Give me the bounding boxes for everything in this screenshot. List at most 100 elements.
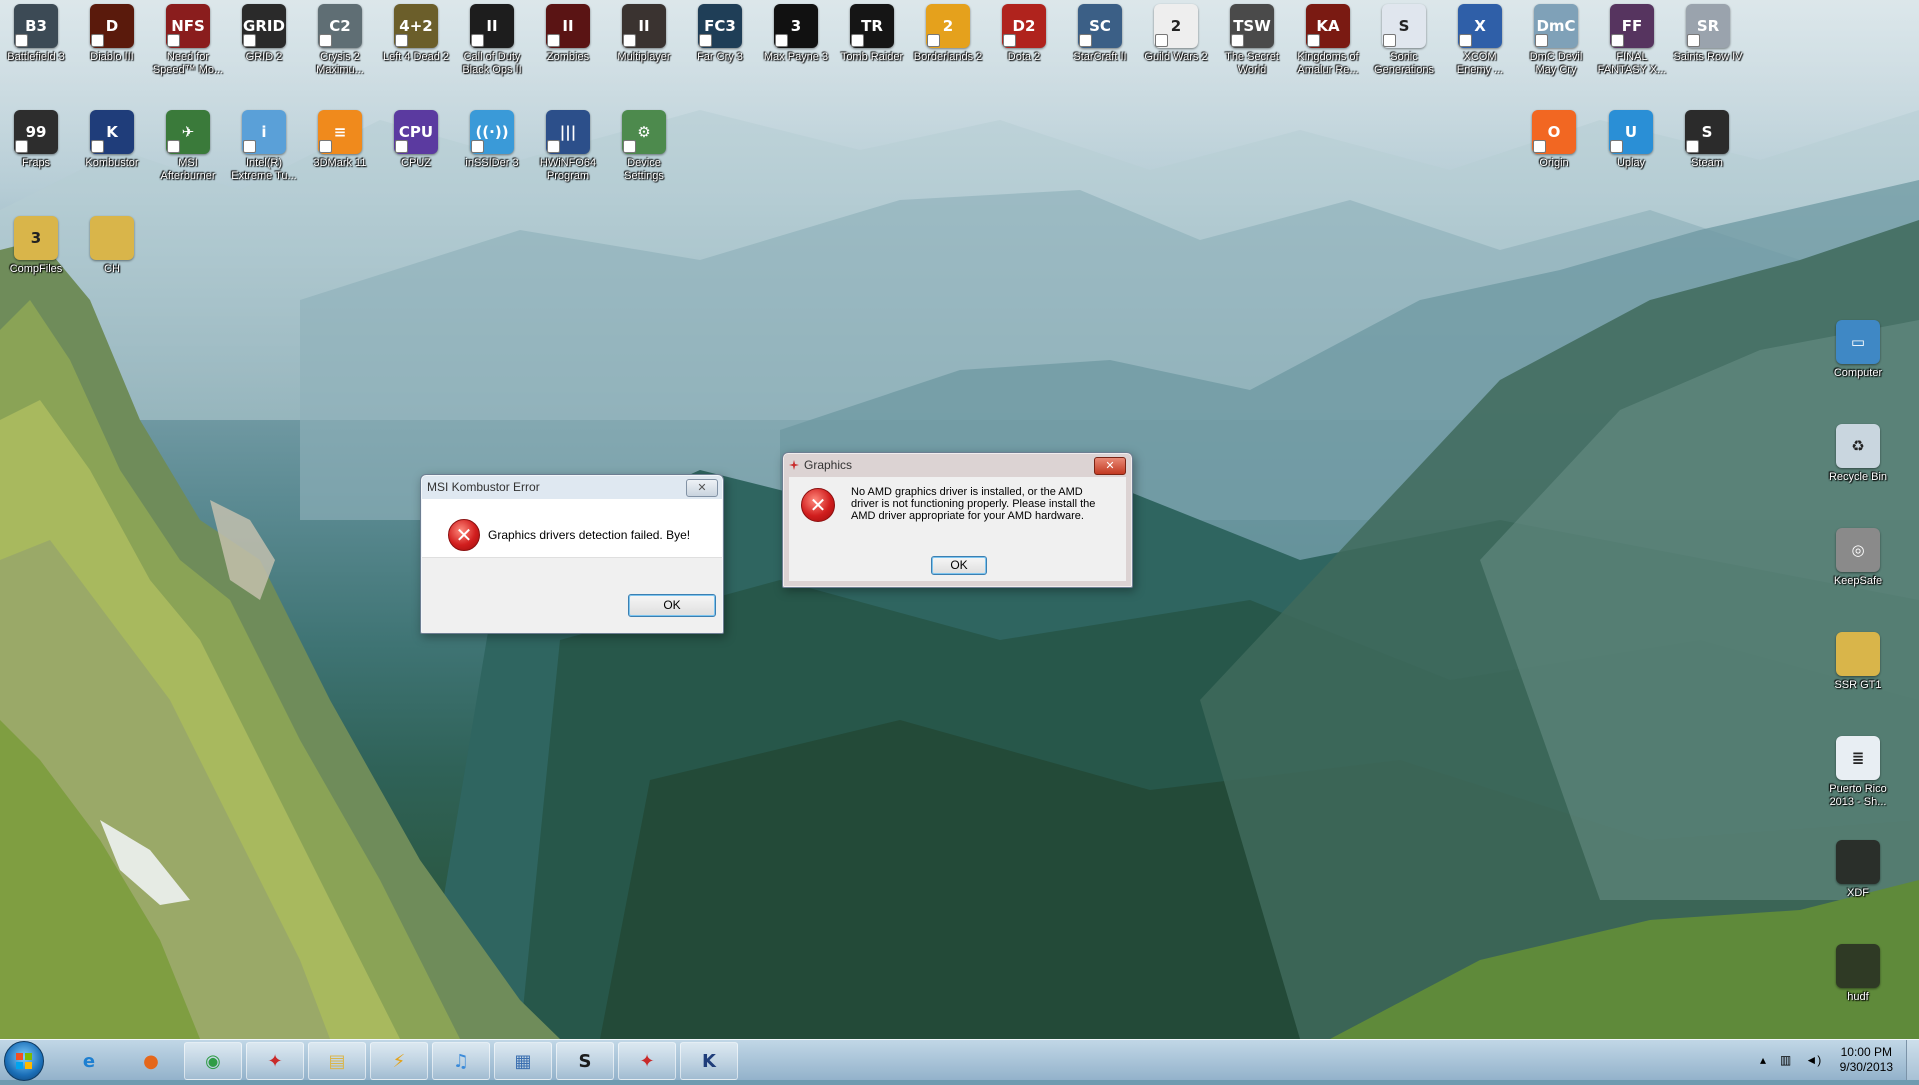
desktop-icon-crysis[interactable]: C2 Crysis 2 Maximu... xyxy=(303,4,377,77)
graphics-error-dialog: Graphics ✕ ✕ No AMD graphics driver is i… xyxy=(782,452,1133,588)
show-hidden-icons-icon[interactable]: ▴ xyxy=(1760,1053,1766,1067)
desktop-icon-folder[interactable]: SSR GT1 xyxy=(1821,632,1895,692)
volume-icon[interactable]: ◄) xyxy=(1805,1053,1821,1067)
desktop-icon-label: Guild Wars 2 xyxy=(1144,51,1208,63)
kombustor-icon: K xyxy=(702,1050,716,1072)
taskbar: e ● ◉ ✦ ▤ ⚡ ♫ ▦ S ✦ K ▴ ▥ ◄) 10:00 PM 9/30/2013 xyxy=(0,1039,1919,1081)
desktop-icon-device-settings[interactable]: ⚙ Device Settings xyxy=(607,110,681,183)
graphics-dialog-titlebar[interactable]: Graphics ✕ xyxy=(783,453,1132,477)
desktop-icon-tombraider[interactable]: TR Tomb Raider xyxy=(835,4,909,64)
desktop-icon-3dmark[interactable]: ≡ 3DMark 11 xyxy=(303,110,377,170)
network-icon[interactable]: ▥ xyxy=(1780,1053,1791,1067)
desktop-icon-grid[interactable]: GRID GRID 2 xyxy=(227,4,301,64)
desktop-icon-zombies[interactable]: II Zombies xyxy=(531,4,605,64)
desktop-icon-label: Borderlands 2 xyxy=(913,51,983,63)
desktop-icon-recycle-bin[interactable]: ♻ Recycle Bin xyxy=(1821,424,1895,484)
folder-icon: 3 xyxy=(14,216,58,260)
desktop-icon-xcom[interactable]: X XCOM Enemy ... xyxy=(1443,4,1517,77)
desktop-icon-sonic[interactable]: S Sonic Generations xyxy=(1367,4,1441,77)
cod-icon: II xyxy=(470,4,514,48)
document-icon: ≣ xyxy=(1836,736,1880,780)
desktop-icon-starcraft[interactable]: SC StarCraft II xyxy=(1063,4,1137,64)
internet-explorer-icon: e xyxy=(82,1050,96,1072)
taskbar-graphics-app-2-button[interactable]: ✦ xyxy=(618,1042,676,1080)
maxpayne-icon: 3 xyxy=(774,4,818,48)
desktop-icon-uplay[interactable]: U Uplay xyxy=(1594,110,1668,170)
desktop-icon-label: The Secret World xyxy=(1225,51,1279,76)
desktop-icon-file[interactable]: hudf xyxy=(1821,944,1895,1004)
desktop-icon-origin[interactable]: O Origin xyxy=(1517,110,1591,170)
farcry-icon: FC3 xyxy=(698,4,742,48)
desktop-icon-intel[interactable]: i Intel(R) Extreme Tu... xyxy=(227,110,301,183)
kombustor-ok-button[interactable]: OK xyxy=(628,594,716,617)
desktop-icon-l4d2[interactable]: 4+2 Left 4 Dead 2 xyxy=(379,4,453,64)
origin-icon: O xyxy=(1532,110,1576,154)
desktop-icon-afterburner[interactable]: ✈ MSI Afterburner xyxy=(151,110,225,183)
kombustor-close-button[interactable]: ✕ xyxy=(686,479,718,497)
control-panel-icon: ▦ xyxy=(514,1050,532,1072)
desktop-icon-label: CH xyxy=(104,263,120,275)
desktop-icon-farcry[interactable]: FC3 Far Cry 3 xyxy=(683,4,757,64)
desktop-icon-soldier[interactable]: B3 Battlefield 3 xyxy=(0,4,73,64)
desktop-icon-cpuz[interactable]: CPU CPUZ xyxy=(379,110,453,170)
taskbar-winamp-button[interactable]: ⚡ xyxy=(370,1042,428,1080)
uplay-icon: U xyxy=(1609,110,1653,154)
desktop-icon-hwinfo[interactable]: ||| HWiNFO64 Program xyxy=(531,110,605,183)
desktop-icon-multiplayer[interactable]: II Multiplayer xyxy=(607,4,681,64)
clock[interactable]: 10:00 PM 9/30/2013 xyxy=(1840,1045,1893,1075)
desktop-icon-nfs[interactable]: NFS Need for Speed™ Mo... xyxy=(151,4,225,77)
taskbar-control-panel-button[interactable]: ▦ xyxy=(494,1042,552,1080)
desktop-icon-amalur[interactable]: KA Kingdoms of Amalur Re... xyxy=(1291,4,1365,77)
crysis-icon: C2 xyxy=(318,4,362,48)
firefox-icon: ● xyxy=(143,1050,159,1072)
multiplayer-icon: II xyxy=(622,4,666,48)
desktop-icon-keepsafe[interactable]: ◎ KeepSafe xyxy=(1821,528,1895,588)
desktop-icon-fraps[interactable]: 99 Fraps xyxy=(0,110,73,170)
start-button[interactable] xyxy=(4,1041,44,1081)
desktop-icon-folder[interactable]: CH xyxy=(75,216,149,276)
desktop-icon-label: Intel(R) Extreme Tu... xyxy=(231,157,297,182)
desktop-icon-file[interactable]: XDF xyxy=(1821,840,1895,900)
taskbar-explorer-button[interactable]: ▤ xyxy=(308,1042,366,1080)
file-icon xyxy=(1836,944,1880,988)
taskbar-graphics-app-button[interactable]: ✦ xyxy=(246,1042,304,1080)
taskbar-itunes-button[interactable]: ♫ xyxy=(432,1042,490,1080)
itunes-icon: ♫ xyxy=(452,1050,470,1072)
desktop-icon-inssider[interactable]: ((·)) inSSIDer 3 xyxy=(455,110,529,170)
desktop-icon-label: FINAL FANTASY X... xyxy=(1597,51,1667,76)
desktop-icon-document[interactable]: ≣ Puerto Rico 2013 - Sh... xyxy=(1821,736,1895,809)
graphics-ok-button[interactable]: OK xyxy=(931,556,987,575)
close-icon: ✕ xyxy=(1105,460,1115,472)
cpuz-icon: CPU xyxy=(394,110,438,154)
taskbar-kombustor-button[interactable]: K xyxy=(680,1042,738,1080)
graphics-dialog-title: Graphics xyxy=(804,458,853,472)
borderlands-icon: 2 xyxy=(926,4,970,48)
desktop-icon-computer[interactable]: ▭ Computer xyxy=(1821,320,1895,380)
desktop-icon-dmc[interactable]: DmC DmC Devil May Cry xyxy=(1519,4,1593,77)
desktop-icon-steam[interactable]: S Steam xyxy=(1670,110,1744,170)
kombustor-dialog-titlebar[interactable]: MSI Kombustor Error ✕ xyxy=(421,475,723,499)
explorer-icon: ▤ xyxy=(328,1050,346,1072)
desktop-icon-maxpayne[interactable]: 3 Max Payne 3 xyxy=(759,4,833,64)
desktop-icon-label: SSR GT1 xyxy=(1834,679,1882,691)
show-desktop-button[interactable] xyxy=(1906,1040,1919,1080)
graphics-app-2-icon: ✦ xyxy=(639,1050,655,1072)
desktop-icon-borderlands[interactable]: 2 Borderlands 2 xyxy=(911,4,985,64)
desktop-icon-guildwars[interactable]: 2 Guild Wars 2 xyxy=(1139,4,1213,64)
kombustor-dialog-body: ✕ Graphics drivers detection failed. Bye… xyxy=(422,499,722,557)
desktop-icon-finalfantasy[interactable]: FF FINAL FANTASY X... xyxy=(1595,4,1669,77)
folder-icon xyxy=(90,216,134,260)
desktop-icon-secretworld[interactable]: TSW The Secret World xyxy=(1215,4,1289,77)
desktop-icon-diablo[interactable]: D Diablo III xyxy=(75,4,149,64)
desktop-icon-saintsrow[interactable]: SR Saints Row IV xyxy=(1671,4,1745,64)
inssider-icon: ((·)) xyxy=(470,110,514,154)
taskbar-firefox-button[interactable]: ● xyxy=(122,1042,180,1080)
desktop-icon-folder[interactable]: 3 CompFiles xyxy=(0,216,73,276)
desktop-icon-kombustor[interactable]: K Kombustor xyxy=(75,110,149,170)
taskbar-steam-button[interactable]: S xyxy=(556,1042,614,1080)
graphics-close-button[interactable]: ✕ xyxy=(1094,457,1126,475)
desktop-icon-cod[interactable]: II Call of Duty Black Ops II xyxy=(455,4,529,77)
taskbar-chrome-button[interactable]: ◉ xyxy=(184,1042,242,1080)
desktop-icon-dota[interactable]: D2 Dota 2 xyxy=(987,4,1061,64)
taskbar-internet-explorer-button[interactable]: e xyxy=(60,1042,118,1080)
